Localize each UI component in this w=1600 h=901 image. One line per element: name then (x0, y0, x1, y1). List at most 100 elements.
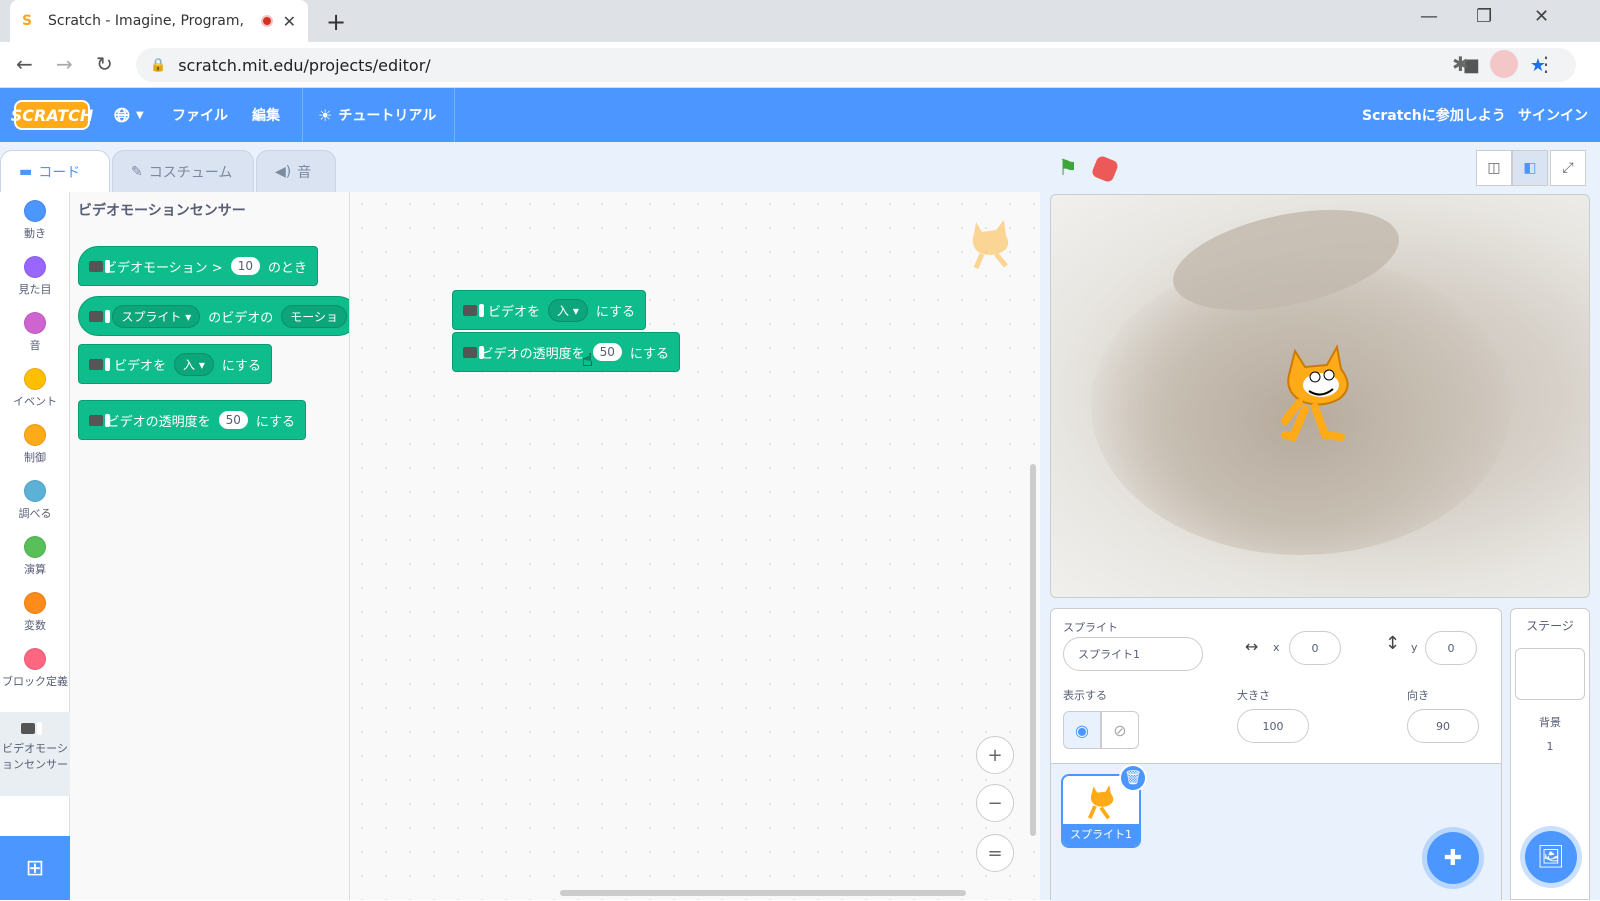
zoom-out-button[interactable]: − (976, 784, 1014, 822)
y-input[interactable]: 0 (1425, 631, 1477, 665)
stop-icon[interactable] (1090, 154, 1120, 184)
video-camera-icon (89, 356, 110, 372)
address-bar[interactable]: 🔒 scratch.mit.edu/projects/editor/ ■ ⌕ ★ (136, 48, 1576, 82)
file-menu[interactable]: ファイル (172, 88, 228, 142)
category-my-blocks[interactable]: ブロック定義 (0, 648, 70, 689)
category-video-sensing[interactable]: ビデオモーションセンサー (0, 712, 70, 796)
size-input[interactable]: 100 (1237, 709, 1309, 743)
video-camera-icon (89, 258, 110, 274)
turn-video-block[interactable]: ビデオを 入 ▾ にする (78, 344, 272, 384)
category-menu: 動き 見た目 音 イベント 制御 調べる 演算 変数 ブロック定義 ビデオモーシ… (0, 192, 70, 900)
add-extension-icon: ⊞ (25, 855, 45, 881)
sprite-name-input[interactable]: スプライト1 (1063, 637, 1203, 671)
forward-icon[interactable]: → (56, 52, 73, 76)
motion-threshold-input[interactable]: 10 (230, 257, 260, 275)
browser-tab-strip: S Scratch - Imagine, Program, ✕ + — ❐ ✕ (0, 0, 1600, 42)
lightbulb-icon: ☀ (318, 105, 333, 125)
profile-avatar[interactable] (1490, 50, 1518, 78)
video-camera-icon (89, 308, 111, 324)
video-state-dropdown[interactable]: 入 ▾ (174, 352, 214, 376)
stage-selector[interactable]: ステージ 背景 1 🖼︎ (1510, 608, 1590, 900)
sprite-info-pane: スプライト スプライト1 ↔ x 0 ↕ y 0 表示する ◉ ⊘ 大きさ 10… (1050, 608, 1502, 901)
edit-menu[interactable]: 編集 (252, 88, 280, 142)
tab-title: Scratch - Imagine, Program, (48, 13, 244, 29)
show-button[interactable]: ◉ (1063, 711, 1101, 749)
trash-icon: 🗑︎ (1124, 770, 1142, 786)
video-camera-icon (463, 302, 484, 318)
recording-indicator-icon (260, 15, 273, 27)
brush-icon: ✎ (131, 163, 143, 180)
script-turn-video-block[interactable]: ビデオを 入 ▾ にする (452, 290, 646, 330)
size-label: 大きさ (1237, 689, 1270, 702)
delete-sprite-button[interactable]: 🗑︎ (1119, 764, 1147, 792)
set-video-transparency-block[interactable]: ビデオの透明度を 50 にする (78, 400, 306, 440)
url-text: scratch.mit.edu/projects/editor/ (178, 55, 431, 75)
sprite-dropdown[interactable]: スプライト ▾ (112, 304, 201, 328)
category-motion[interactable]: 動き (0, 200, 70, 241)
category-looks[interactable]: 見た目 (0, 256, 70, 297)
workspace-vertical-scrollbar[interactable] (1030, 464, 1036, 836)
normal-stage-icon: ◧ (1523, 160, 1537, 176)
code-icon: ▬ (19, 163, 33, 180)
tutorials-menu[interactable]: ☀ チュートリアル (318, 88, 436, 142)
lock-icon: 🔒 (150, 57, 167, 73)
reload-icon[interactable]: ↻ (96, 52, 113, 76)
backdrop-thumbnail[interactable] (1515, 648, 1585, 700)
tab-code[interactable]: ▬ コード (0, 150, 110, 192)
fullscreen-icon: ⤢ (1562, 160, 1574, 176)
code-workspace[interactable]: ビデオを 入 ▾ にする ビデオの透明度を 50 にする ☝ (350, 192, 1040, 900)
script-transparency-input[interactable]: 50 (592, 343, 622, 361)
language-menu[interactable]: 🌐︎ ▼ (114, 88, 144, 142)
script-set-transparency-block[interactable]: ビデオの透明度を 50 にする (452, 332, 680, 372)
zoom-reset-button[interactable]: = (976, 834, 1014, 872)
choose-backdrop-button[interactable]: 🖼︎ (1525, 831, 1577, 883)
category-sound[interactable]: 音 (0, 312, 70, 353)
stage-title: ステージ (1526, 619, 1574, 633)
extensions-icon[interactable]: ✱ (1452, 52, 1469, 76)
sprite-watermark-icon (972, 220, 1009, 269)
tab-sounds[interactable]: ◀) 音 (256, 150, 336, 192)
choose-sprite-button[interactable]: ✚ (1427, 832, 1479, 884)
menu-dots-icon[interactable]: ⋮ (1536, 52, 1556, 76)
eye-icon: ◉ (1075, 720, 1089, 740)
stage-canvas[interactable] (1050, 194, 1590, 598)
category-operators[interactable]: 演算 (0, 536, 70, 577)
cat-sprite-image[interactable] (1265, 339, 1365, 445)
sign-in-link[interactable]: サインイン (1518, 88, 1588, 142)
normal-stage-button[interactable]: ◧ (1512, 150, 1548, 186)
video-motion-hat-block[interactable]: ビデオモーション > 10 のとき (78, 246, 318, 286)
script-video-state-dropdown[interactable]: 入 ▾ (548, 298, 588, 322)
category-events[interactable]: イベント (0, 368, 70, 409)
hide-button[interactable]: ⊘ (1101, 711, 1139, 749)
join-scratch-link[interactable]: Scratchに参加しよう (1362, 88, 1506, 142)
add-extension-button[interactable]: ⊞ (0, 836, 70, 900)
category-control[interactable]: 制御 (0, 424, 70, 465)
new-tab-icon[interactable]: + (326, 8, 346, 36)
category-variables[interactable]: 変数 (0, 592, 70, 633)
video-motion-reporter-block[interactable]: スプライト ▾ のビデオの モーショ (78, 296, 349, 336)
globe-icon: 🌐︎ (114, 103, 130, 127)
transparency-input[interactable]: 50 (218, 411, 248, 429)
scratch-logo[interactable]: SCRATCH (11, 100, 93, 130)
minimize-icon[interactable]: — (1420, 6, 1438, 27)
small-stage-button[interactable]: ◫ (1476, 150, 1512, 186)
fullscreen-button[interactable]: ⤢ (1550, 150, 1586, 186)
video-camera-icon (463, 344, 484, 360)
y-label: y (1411, 641, 1418, 654)
attribute-dropdown[interactable]: モーショ (281, 304, 347, 328)
browser-toolbar: ← → ↻ 🔒 scratch.mit.edu/projects/editor/… (0, 42, 1600, 88)
scratch-favicon-icon: S (22, 13, 33, 29)
add-backdrop-icon: 🖼︎ (1537, 844, 1565, 870)
zoom-in-button[interactable]: + (976, 736, 1014, 774)
close-tab-icon[interactable]: ✕ (283, 12, 296, 31)
workspace-horizontal-scrollbar[interactable] (560, 890, 966, 896)
close-window-icon[interactable]: ✕ (1534, 6, 1549, 27)
tab-costumes[interactable]: ✎ コスチューム (112, 150, 254, 192)
browser-tab[interactable]: S Scratch - Imagine, Program, ✕ (10, 0, 308, 42)
green-flag-icon[interactable]: ⚑ (1058, 156, 1078, 181)
back-icon[interactable]: ← (16, 52, 33, 76)
category-sensing[interactable]: 調べる (0, 480, 70, 521)
x-input[interactable]: 0 (1289, 631, 1341, 665)
restore-icon[interactable]: ❐ (1476, 6, 1492, 27)
direction-input[interactable]: 90 (1407, 709, 1479, 743)
